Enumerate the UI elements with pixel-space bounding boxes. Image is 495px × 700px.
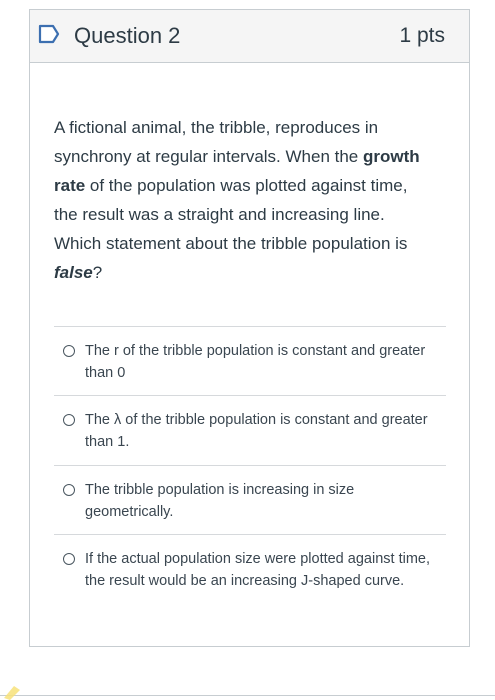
question-header: Question 2 1 pts — [30, 10, 469, 63]
question-points: 1 pts — [399, 24, 445, 47]
answer-list: The r of the tribble population is const… — [54, 326, 446, 626]
radio-button-icon[interactable] — [63, 553, 75, 565]
answer-option[interactable]: The r of the tribble population is const… — [54, 326, 446, 395]
question-title: Question 2 — [74, 23, 181, 48]
answer-option[interactable]: If the actual population size were plott… — [54, 534, 446, 626]
question-text-emphasis: false — [54, 263, 93, 282]
answer-label[interactable]: The λ of the tribble population is const… — [85, 409, 435, 453]
radio-button-icon[interactable] — [63, 345, 75, 357]
question-text: A fictional animal, the tribble, reprodu… — [54, 113, 434, 287]
answer-option[interactable]: The tribble population is increasing in … — [54, 465, 446, 534]
answer-label[interactable]: The tribble population is increasing in … — [85, 479, 435, 523]
highlight-mark-icon — [4, 686, 20, 700]
answer-label[interactable]: The r of the tribble population is const… — [85, 340, 435, 384]
next-card-border — [0, 695, 495, 696]
question-text-part: of the population was plotted against ti… — [54, 176, 408, 253]
question-text-part: ? — [92, 263, 103, 282]
flag-question-icon[interactable] — [38, 23, 60, 45]
question-text-part: A fictional animal, the tribble, reprodu… — [54, 118, 379, 166]
question-card: Question 2 1 pts A fictional animal, the… — [29, 9, 470, 647]
answer-option[interactable]: The λ of the tribble population is const… — [54, 395, 446, 465]
radio-button-icon[interactable] — [63, 484, 75, 496]
answer-label[interactable]: If the actual population size were plott… — [85, 548, 435, 592]
radio-button-icon[interactable] — [63, 414, 75, 426]
